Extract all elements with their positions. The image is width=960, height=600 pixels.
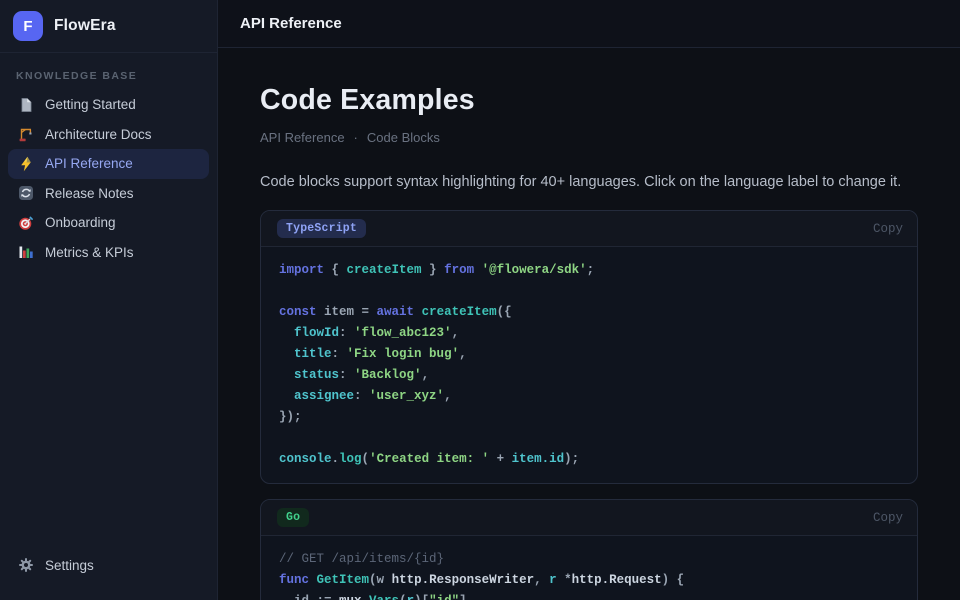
sidebar-footer: Settings [8, 551, 209, 581]
sidebar-nav: Getting Started Architecture Docs API Re… [0, 90, 217, 267]
sidebar-item-label: Onboarding [45, 215, 116, 230]
breadcrumb-api-reference[interactable]: API Reference [260, 130, 345, 145]
breadcrumb: API Reference · Code Blocks [260, 130, 918, 145]
language-label-typescript[interactable]: TypeScript [277, 219, 366, 238]
sidebar-item-release-notes[interactable]: Release Notes [8, 179, 209, 209]
page-title: Code Examples [260, 84, 918, 117]
code-block-header: TypeScript Copy [261, 211, 917, 247]
breadcrumb-code-blocks: Code Blocks [367, 130, 440, 145]
sidebar-item-label: Metrics & KPIs [45, 245, 134, 260]
sidebar-item-getting-started[interactable]: Getting Started [8, 90, 209, 120]
sidebar-item-api-reference[interactable]: API Reference [8, 149, 209, 179]
target-icon [18, 215, 34, 231]
app-root: F FlowEra KNOWLEDGE BASE Getting Started… [0, 0, 960, 600]
lightning-icon [18, 156, 34, 172]
code-block-go: Go Copy // GET /api/items/{id}func GetIt… [260, 499, 918, 600]
sidebar-item-label: Getting Started [45, 97, 136, 112]
copy-button[interactable]: Copy [873, 511, 903, 525]
code-content-go: // GET /api/items/{id}func GetItem(w htt… [261, 536, 917, 600]
sidebar-section-label: KNOWLEDGE BASE [16, 70, 201, 82]
content: Code Examples API Reference · Code Block… [218, 48, 960, 600]
document-icon [18, 97, 34, 113]
sidebar-item-architecture-docs[interactable]: Architecture Docs [8, 120, 209, 150]
topbar: API Reference [218, 0, 960, 48]
crane-icon [18, 126, 34, 142]
language-label-go[interactable]: Go [277, 508, 309, 527]
refresh-icon [18, 185, 34, 201]
breadcrumb-separator: · [354, 130, 358, 145]
app-name: FlowEra [54, 17, 116, 35]
code-block-typescript: TypeScript Copy import { createItem } fr… [260, 210, 918, 484]
code-content-typescript: import { createItem } from '@flowera/sdk… [261, 247, 917, 483]
topbar-title: API Reference [240, 15, 342, 32]
sidebar-item-label: Architecture Docs [45, 127, 152, 142]
sidebar-item-onboarding[interactable]: Onboarding [8, 208, 209, 238]
sidebar-item-metrics-kpis[interactable]: Metrics & KPIs [8, 238, 209, 268]
gear-icon [18, 557, 34, 573]
sidebar: F FlowEra KNOWLEDGE BASE Getting Started… [0, 0, 218, 600]
flowera-logo-icon: F [13, 11, 43, 41]
sidebar-item-settings[interactable]: Settings [8, 551, 209, 581]
sidebar-item-label: Settings [45, 558, 94, 573]
copy-button[interactable]: Copy [873, 222, 903, 236]
code-block-header: Go Copy [261, 500, 917, 536]
logo: F FlowEra [0, 0, 217, 53]
sidebar-item-label: API Reference [45, 156, 133, 171]
main-area: API Reference Code Examples API Referenc… [218, 0, 960, 600]
sidebar-item-label: Release Notes [45, 186, 134, 201]
bar-chart-icon [18, 244, 34, 260]
page-description: Code blocks support syntax highlighting … [260, 174, 918, 190]
